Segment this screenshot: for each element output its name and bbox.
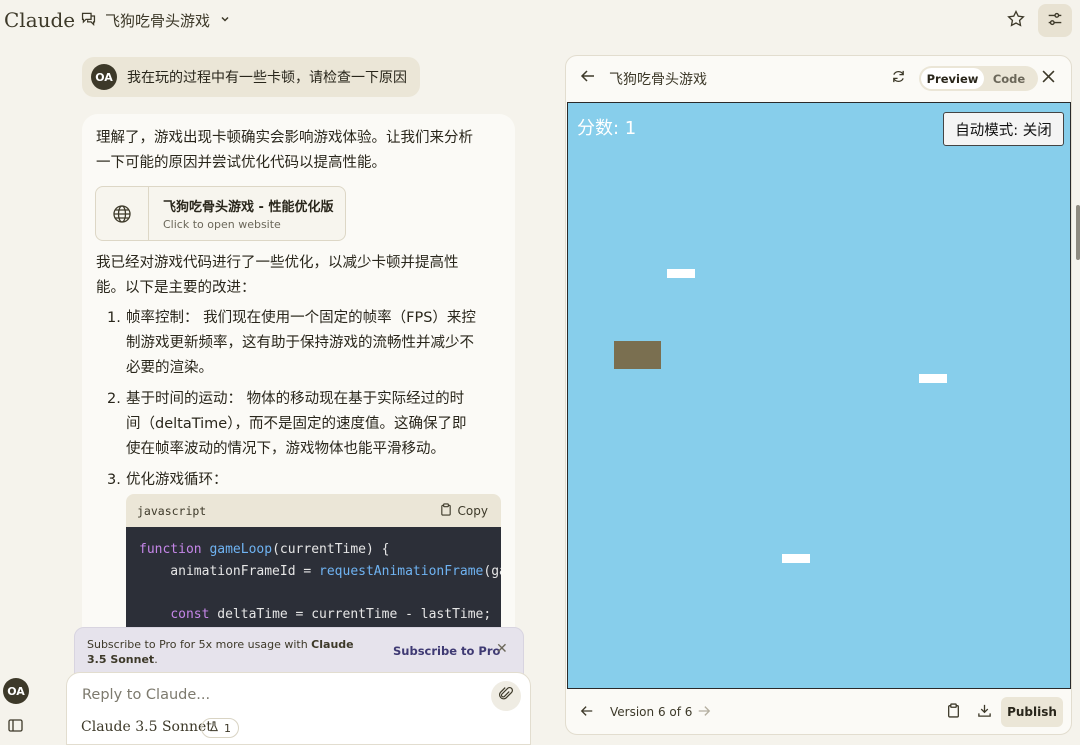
bone bbox=[782, 554, 810, 563]
view-toggle: Preview Code bbox=[919, 66, 1038, 91]
assistant-intro-text: 理解了，游戏出现卡顿确实会影响游戏体验。让我们来分析一下可能的原因并尝试优化代码… bbox=[96, 130, 473, 171]
artifact-card-title: 飞狗吃骨头游戏 - 性能优化版 bbox=[163, 200, 334, 215]
style-badge[interactable]: 1 bbox=[201, 718, 239, 738]
reply-input[interactable]: Reply to Claude... bbox=[82, 687, 210, 703]
game-canvas[interactable]: 分数: 1 自动模式: 关闭 bbox=[567, 102, 1071, 689]
chat-title-text: 飞狗吃骨头游戏 bbox=[105, 12, 211, 30]
chat-bubbles-icon bbox=[80, 10, 97, 31]
improvement-list: 1. 帧率控制： 我们现在使用一个固定的帧率（FPS）来控制游戏更新频率，这有助… bbox=[107, 306, 477, 499]
paperclip-icon bbox=[498, 686, 514, 706]
back-arrow-icon[interactable] bbox=[580, 68, 596, 88]
attach-button[interactable] bbox=[491, 681, 521, 711]
flying-dog bbox=[614, 341, 661, 369]
list-item-text: 基于时间的运动： 物体的移动现在基于实际经过的时间（deltaTime），而不是… bbox=[126, 391, 467, 457]
assistant-lead-text: 我已经对游戏代码进行了一些优化，以减少卡顿并提高性能。以下是主要的改进： bbox=[96, 255, 459, 296]
code-line: function gameLoop(currentTime) { bbox=[139, 542, 390, 557]
tab-code[interactable]: Code bbox=[984, 72, 1034, 86]
code-block-header: javascript Copy bbox=[126, 494, 501, 527]
artifact-title: 飞狗吃骨头游戏 bbox=[609, 72, 707, 88]
list-item-text: 优化游戏循环： bbox=[126, 472, 228, 488]
list-item-number: 3. bbox=[107, 472, 121, 488]
list-item-text: 帧率控制： 我们现在使用一个固定的帧率（FPS）来控制游戏更新频率，这有助于保持… bbox=[126, 310, 476, 376]
bone bbox=[667, 269, 695, 278]
auto-mode-button[interactable]: 自动模式: 关闭 bbox=[943, 112, 1064, 146]
account-avatar[interactable]: OA bbox=[3, 678, 29, 704]
previous-version-icon[interactable] bbox=[580, 704, 594, 722]
code-line: animationFrameId = requestAnimationFrame… bbox=[139, 563, 501, 579]
download-icon[interactable] bbox=[977, 703, 992, 722]
list-item-number: 2. bbox=[107, 391, 121, 407]
subscribe-banner-text: Subscribe to Pro for 5x more usage with … bbox=[87, 638, 354, 666]
list-item: 2. 基于时间的运动： 物体的移动现在基于实际经过的时间（deltaTime），… bbox=[107, 387, 477, 462]
score-label: 分数: 1 bbox=[577, 118, 637, 139]
next-version-icon[interactable] bbox=[697, 704, 711, 722]
reply-composer: Reply to Claude... Claude 3.5 Sonnet 1 bbox=[66, 672, 531, 745]
clipboard-icon[interactable] bbox=[947, 703, 960, 722]
star-icon bbox=[1006, 9, 1026, 33]
artifact-panel: 飞狗吃骨头游戏 Preview Code 分数: 1 自动模式: 关闭 Vers… bbox=[565, 55, 1072, 735]
artifact-card[interactable]: 飞狗吃骨头游戏 - 性能优化版 Click to open website bbox=[95, 186, 346, 241]
subscribe-to-pro-link[interactable]: Subscribe to Pro bbox=[393, 644, 500, 658]
chevron-down-icon bbox=[220, 14, 230, 27]
code-line: const deltaTime = currentTime - lastTime… bbox=[170, 606, 492, 622]
avatar: OA bbox=[91, 64, 117, 90]
assistant-message: 理解了，游戏出现卡顿确实会影响游戏体验。让我们来分析一下可能的原因并尝试优化代码… bbox=[82, 114, 515, 674]
flask-icon bbox=[209, 721, 219, 735]
copy-code-button[interactable]: Copy bbox=[440, 502, 488, 519]
artifact-panel-header: 飞狗吃骨头游戏 Preview Code bbox=[566, 56, 1071, 101]
version-label: Version 6 of 6 bbox=[610, 705, 693, 719]
model-selector[interactable]: Claude 3.5 Sonnet bbox=[81, 719, 212, 735]
refresh-icon[interactable] bbox=[891, 69, 906, 88]
list-item: 3. 优化游戏循环： bbox=[107, 468, 477, 493]
top-bar: Claude 飞狗吃骨头游戏 bbox=[0, 0, 1080, 42]
style-badge-count: 1 bbox=[224, 721, 231, 735]
chat-settings-button[interactable] bbox=[1038, 4, 1072, 37]
sliders-icon bbox=[1046, 10, 1064, 32]
copy-label: Copy bbox=[457, 503, 488, 518]
scrollbar-thumb[interactable] bbox=[1076, 205, 1080, 260]
star-button[interactable] bbox=[1003, 8, 1029, 34]
user-message: OA 我在玩的过程中有一些卡顿，请检查一下原因 bbox=[82, 57, 420, 97]
globe-icon bbox=[96, 187, 149, 240]
clipboard-icon bbox=[440, 502, 452, 519]
artifact-card-subtitle: Click to open website bbox=[163, 218, 281, 231]
brand-logo[interactable]: Claude bbox=[4, 8, 75, 32]
artifact-panel-footer: Version 6 of 6 Publish bbox=[566, 690, 1071, 734]
list-item: 1. 帧率控制： 我们现在使用一个固定的帧率（FPS）来控制游戏更新频率，这有助… bbox=[107, 306, 477, 381]
publish-button[interactable]: Publish bbox=[1001, 697, 1063, 727]
close-banner-icon[interactable]: ✕ bbox=[496, 641, 508, 657]
user-message-text: 我在玩的过程中有一些卡顿，请检查一下原因 bbox=[127, 70, 407, 86]
bone bbox=[919, 374, 947, 383]
subscribe-banner: Subscribe to Pro for 5x more usage with … bbox=[74, 627, 524, 675]
tab-preview[interactable]: Preview bbox=[921, 68, 984, 89]
sidebar-toggle-icon[interactable] bbox=[8, 719, 23, 736]
code-language-label: javascript bbox=[137, 503, 207, 518]
close-icon[interactable] bbox=[1042, 70, 1055, 87]
list-item-number: 1. bbox=[107, 310, 121, 326]
chat-title-menu[interactable]: 飞狗吃骨头游戏 bbox=[80, 10, 230, 31]
